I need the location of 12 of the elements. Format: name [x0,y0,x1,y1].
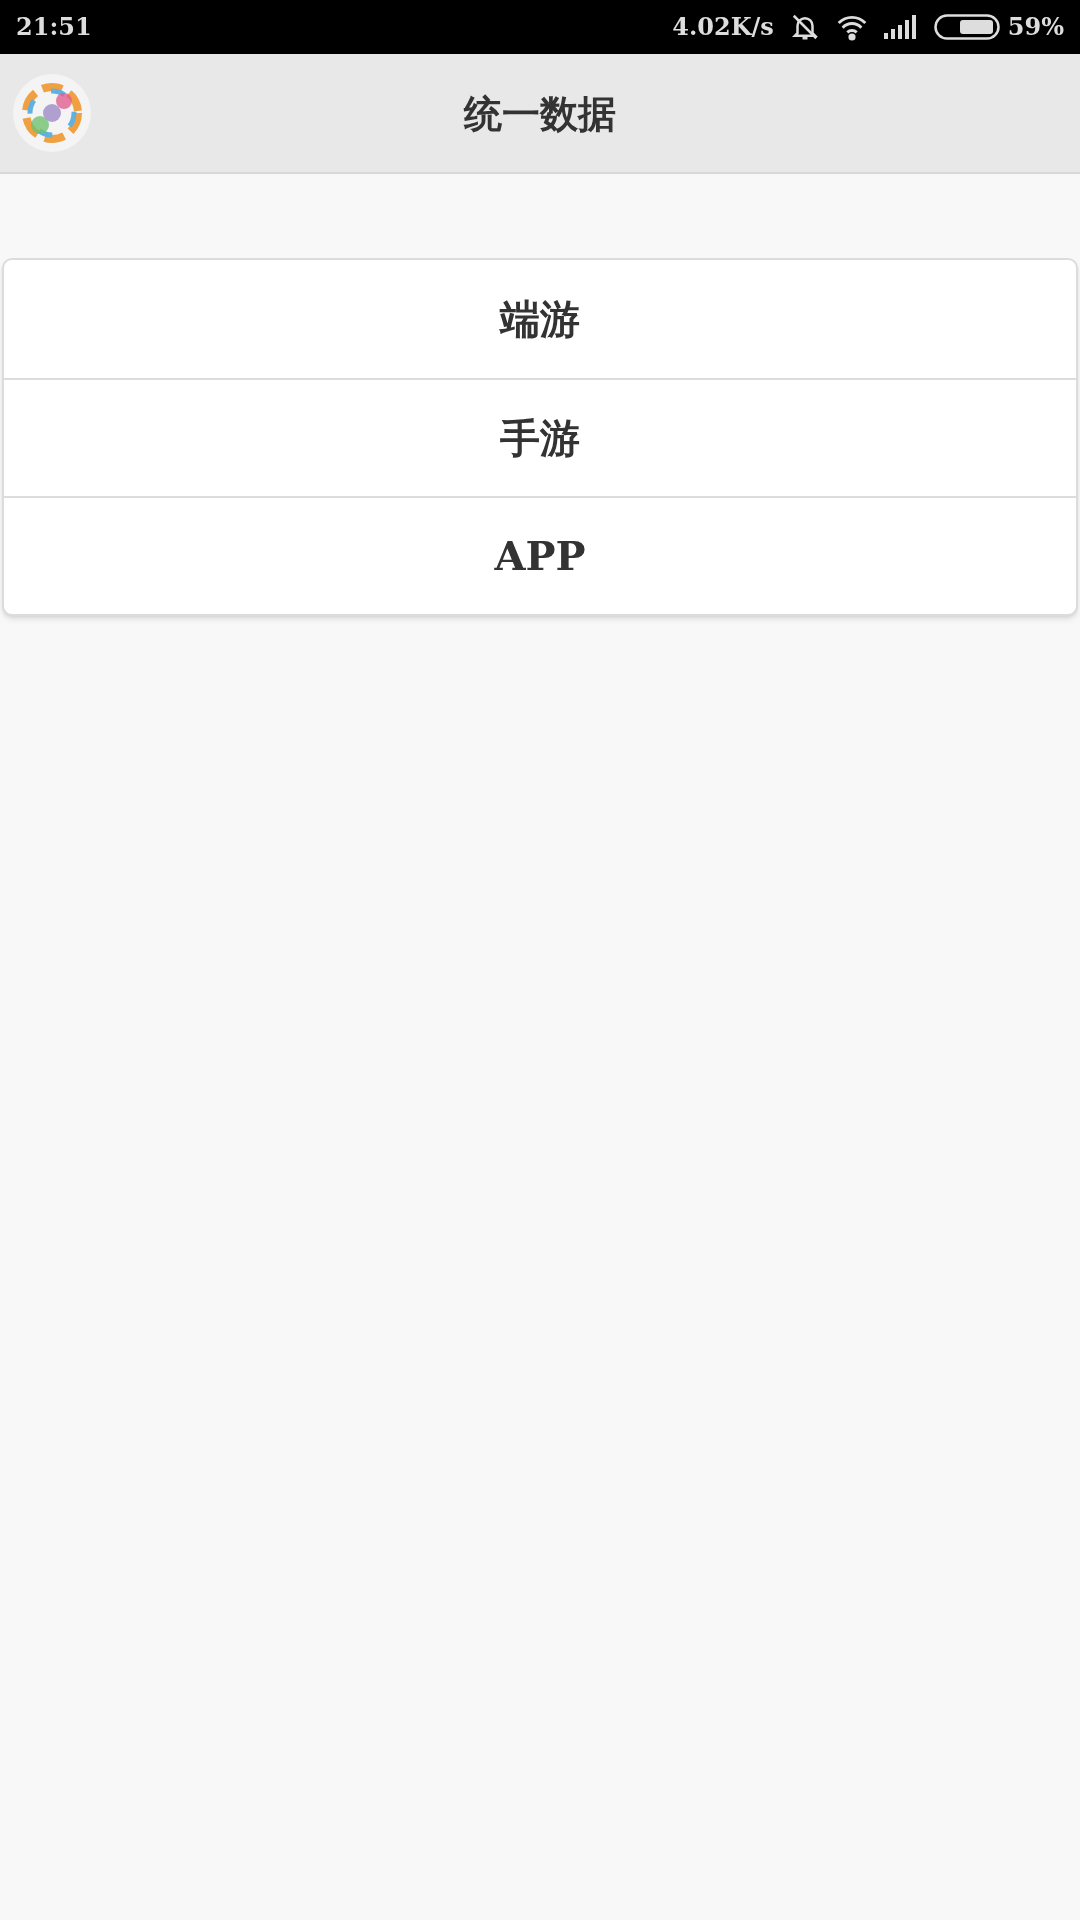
signal-icon [883,15,918,39]
mute-bell-icon [789,12,820,42]
battery-icon [933,14,1000,40]
battery-percent: 59% [1007,11,1064,43]
wifi-icon [835,13,868,41]
menu-item[interactable]: 端游 [4,260,1076,378]
header-title: 统一数据 [464,89,616,138]
menu-item[interactable]: 手游 [4,378,1076,496]
app-logo-icon [12,73,92,153]
status-time: 21:51 [16,11,92,43]
menu-item[interactable]: APP [4,496,1076,614]
network-speed: 4.02K/s [672,11,774,43]
